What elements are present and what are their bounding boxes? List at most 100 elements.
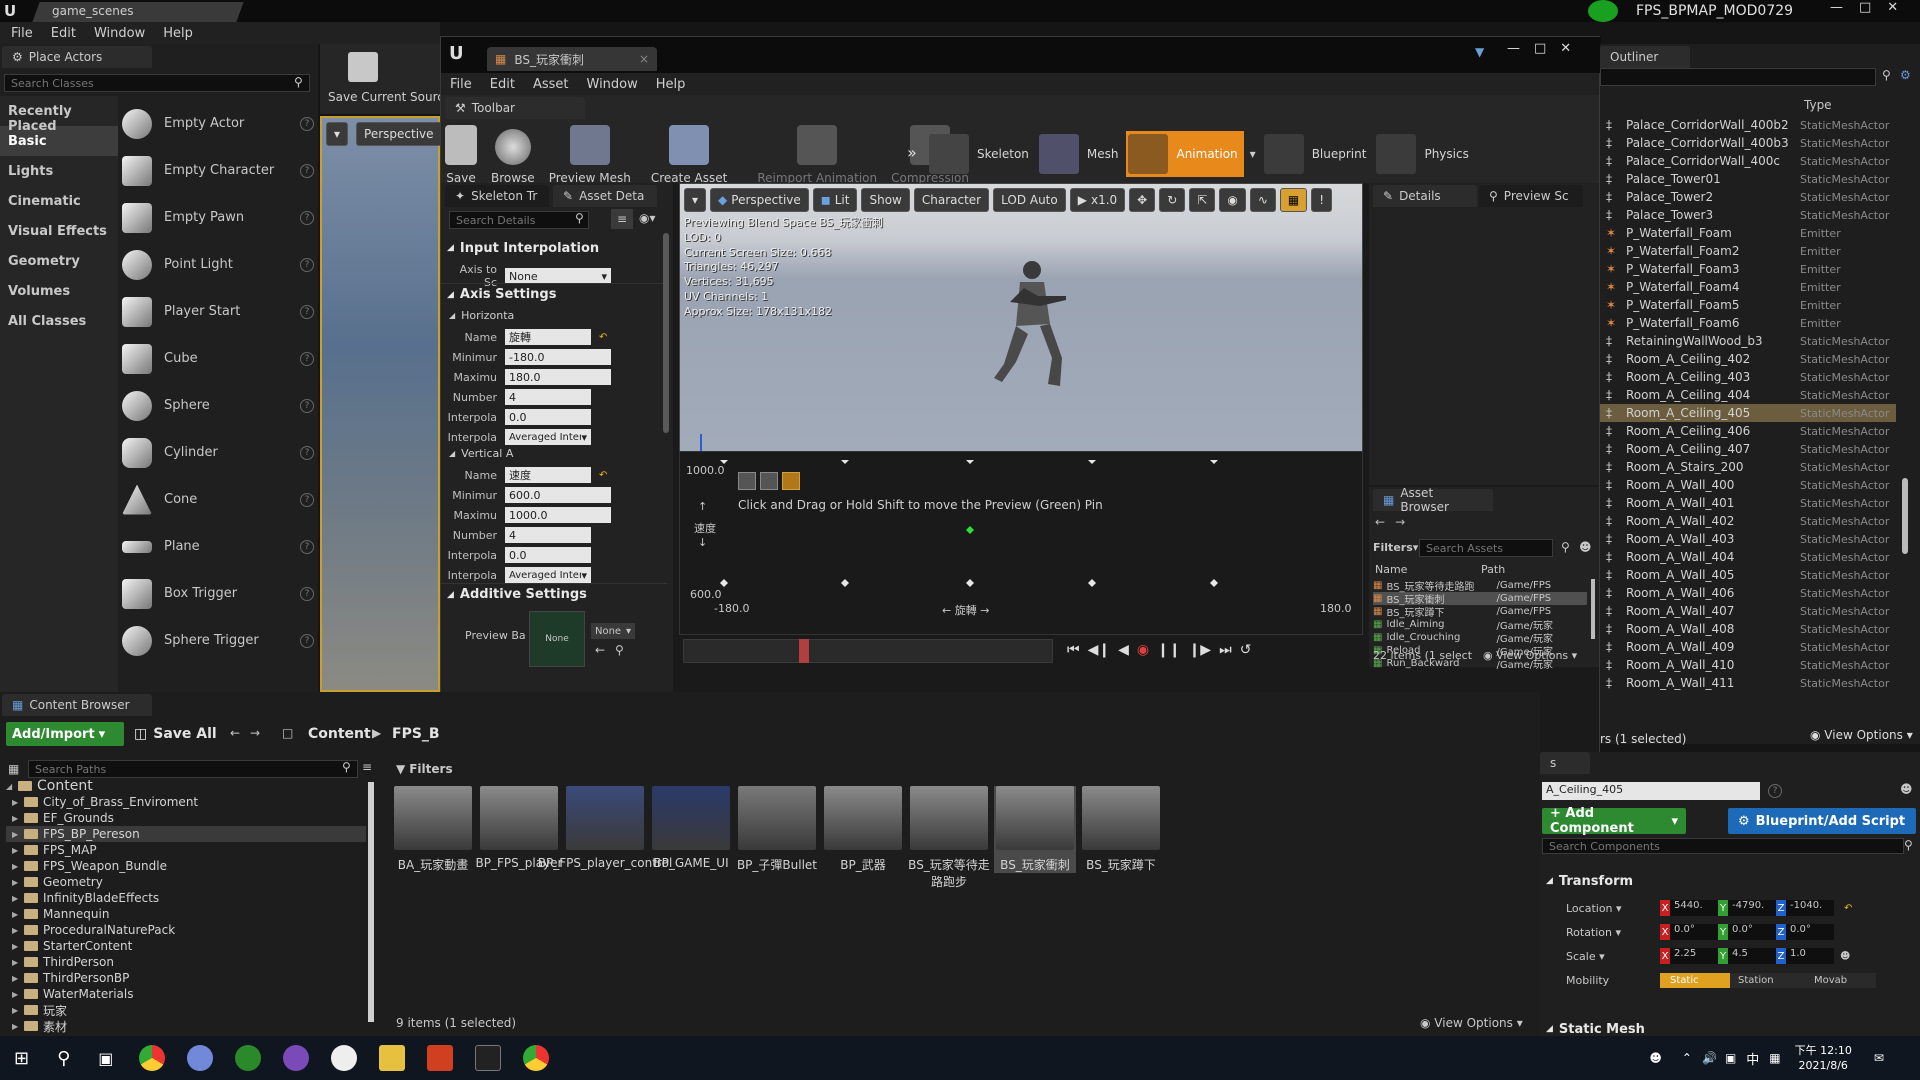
help-icon[interactable]: ? <box>300 539 314 554</box>
outliner-row[interactable]: ‡ Palace_CorridorWall_400b2 StaticMeshActo… <box>1600 116 1896 134</box>
actor-name-field[interactable]: A_Ceiling_405 <box>1542 782 1760 800</box>
asset-browser-tab[interactable]: ▦ Asset Browser <box>1373 486 1493 514</box>
epic-games-icon[interactable] <box>475 1045 502 1071</box>
rotation-y[interactable]: 0.0° <box>1728 924 1776 940</box>
v-max-field[interactable]: 1000.0 <box>505 507 611 523</box>
folder-item[interactable]: ▶ Geometry <box>6 874 366 890</box>
save-all-button[interactable]: ◫ Save All <box>134 722 217 746</box>
location-z[interactable]: -1040. <box>1786 900 1834 916</box>
outliner-row[interactable]: ‡ Palace_Tower2 StaticMeshActor <box>1600 188 1896 206</box>
v-name-field[interactable]: 速度 <box>505 467 591 483</box>
asset-row[interactable]: ▦ Idle_Aiming/Game/玩家 <box>1373 618 1587 632</box>
toolbar-create-asset-button[interactable]: Create Asset <box>651 119 727 189</box>
search-icon[interactable]: ⚲ <box>575 211 584 225</box>
main-viewport[interactable] <box>320 116 440 692</box>
toolbar-tab[interactable]: ⚒ Toolbar <box>445 97 585 119</box>
details-scrollbar[interactable] <box>663 233 669 433</box>
location-x[interactable]: 5440. <box>1670 900 1718 916</box>
outliner-row[interactable]: ‡ Room_A_Wall_401 StaticMeshActor <box>1600 494 1896 512</box>
asset-filters-button[interactable]: Filters▾ <box>1373 541 1418 554</box>
breadcrumb-content[interactable]: Content <box>308 726 371 742</box>
folder-item[interactable]: ▶ WaterMaterials <box>6 986 366 1002</box>
task-view-icon[interactable]: ▣ <box>98 1049 113 1068</box>
path-options-icon[interactable]: ≡ <box>362 760 372 774</box>
outliner-row[interactable]: ‡ Room_A_Wall_407 StaticMeshActor <box>1600 602 1896 620</box>
actor-point-light[interactable]: Point Light? <box>122 241 314 288</box>
help-icon[interactable]: ? <box>300 210 314 225</box>
pause-icon[interactable]: ❙❙ <box>1157 642 1180 658</box>
timeline-track[interactable] <box>683 639 1053 663</box>
mode-animation[interactable]: Animation <box>1126 131 1244 177</box>
section-axis-settings[interactable]: ◢ Axis Settings <box>441 283 667 305</box>
help-icon[interactable]: ? <box>300 492 314 507</box>
menu-window[interactable]: Window <box>85 26 154 41</box>
outliner-row[interactable]: ‡ Room_A_Wall_402 StaticMeshActor <box>1600 512 1896 530</box>
minimize-icon[interactable]: — <box>1830 0 1843 15</box>
scale-icon[interactable]: ⇱ <box>1189 188 1216 212</box>
mode-physics[interactable]: Physics <box>1374 131 1474 177</box>
outliner-options-icon[interactable]: ⚙ <box>1900 68 1911 82</box>
source-control-icon[interactable]: ▼ <box>1475 45 1484 59</box>
outliner-row[interactable]: ‡ Room_A_Wall_405 StaticMeshActor <box>1600 566 1896 584</box>
preview-character-button[interactable]: Character <box>913 188 990 212</box>
toolbar-preview-mesh-button[interactable]: Preview Mesh <box>549 119 631 189</box>
rotation-x[interactable]: 0.0° <box>1670 924 1718 940</box>
close-icon[interactable]: ✕ <box>1560 41 1571 56</box>
folder-item[interactable]: ▶ FPS_BP_Pereson <box>6 826 366 842</box>
folder-item[interactable]: ▶ InfinityBladeEffects <box>6 890 366 906</box>
outliner-row[interactable]: ‡ Room_A_Wall_404 StaticMeshActor <box>1600 548 1896 566</box>
section-transform[interactable]: ◢ Transform <box>1540 870 1660 892</box>
preview-perspective-button[interactable]: ◆ Perspective <box>710 188 809 212</box>
asset-tile[interactable]: BA_玩家動畫 <box>392 786 474 873</box>
mobility-stationary[interactable]: Station <box>1730 972 1806 988</box>
h-max-field[interactable]: 180.0 <box>505 369 611 385</box>
tab-close-icon[interactable]: × <box>639 52 649 66</box>
help-icon[interactable]: ? <box>300 351 314 366</box>
tab-asset-details[interactable]: ✎ Asset Deta <box>553 185 657 207</box>
scale-label[interactable]: Scale ▾ <box>1550 950 1660 963</box>
asset-view-options[interactable]: ◉ View Options ▾ <box>1483 649 1577 662</box>
help-icon[interactable]: ? <box>300 257 314 272</box>
preview-base-thumb[interactable]: None <box>529 611 585 667</box>
preview-lit-button[interactable]: ◼ Lit <box>812 188 858 212</box>
expand-arrow-icon[interactable]: ▶ <box>12 1006 24 1015</box>
search-icon[interactable]: ⚲ <box>57 1048 70 1069</box>
category-lights[interactable]: Lights <box>0 156 118 186</box>
add-component-button[interactable]: + Add Component ▾ <box>1542 806 1686 836</box>
scale-x[interactable]: 2.25 <box>1670 948 1718 964</box>
sources-toggle-icon[interactable]: ▦ <box>8 762 19 776</box>
location-label[interactable]: Location ▾ <box>1550 902 1660 915</box>
actor-cone[interactable]: Cone? <box>122 476 314 523</box>
play-reverse-icon[interactable]: ◀ <box>1118 642 1129 658</box>
outliner-row[interactable]: ‡ Palace_CorridorWall_400c StaticMeshActor <box>1600 152 1896 170</box>
snap-icon[interactable]: ∿ <box>1249 188 1276 212</box>
timeline-scrubber[interactable] <box>799 639 809 663</box>
expand-arrow-icon[interactable]: ▶ <box>12 958 24 967</box>
expand-arrow-icon[interactable]: ▶ <box>12 1022 24 1031</box>
unreal-taskbar-icon[interactable] <box>331 1045 358 1071</box>
unreal-logo-icon[interactable]: U <box>449 43 464 64</box>
actor-cube[interactable]: Cube? <box>122 335 314 382</box>
blueprint-add-script-button[interactable]: ⚙ Blueprint/Add Script <box>1728 808 1916 834</box>
expand-arrow-icon[interactable]: ▶ <box>12 878 24 887</box>
actor-empty-pawn[interactable]: Empty Pawn? <box>122 194 314 241</box>
skip-start-icon[interactable]: ⏮ <box>1067 642 1080 658</box>
scale-z[interactable]: 1.0 <box>1786 948 1834 964</box>
maximize-icon[interactable]: □ <box>1859 0 1871 15</box>
search-components-input[interactable] <box>1542 838 1904 854</box>
outliner-row[interactable]: ‡ Room_A_Wall_409 StaticMeshActor <box>1600 638 1896 656</box>
breadcrumb-fps[interactable]: FPS_B <box>392 726 440 742</box>
editor-menu-asset[interactable]: Asset <box>524 77 578 92</box>
h-number-field[interactable]: 4 <box>505 389 591 405</box>
search-classes-input[interactable] <box>4 74 310 92</box>
actor-box-trigger[interactable]: Box Trigger? <box>122 570 314 617</box>
help-icon[interactable]: ? <box>300 586 314 601</box>
outliner-row[interactable]: ‡ Room_A_Wall_408 StaticMeshActor <box>1600 620 1896 638</box>
expand-arrow-icon[interactable]: ▶ <box>12 798 24 807</box>
outliner-row[interactable]: ✶ P_Waterfall_Foam4 Emitter <box>1600 278 1896 296</box>
step-back-icon[interactable]: ◀❙ <box>1088 642 1111 658</box>
outliner-row[interactable]: ‡ Room_A_Wall_400 StaticMeshActor <box>1600 476 1896 494</box>
outliner-row[interactable]: ✶ P_Waterfall_Foam Emitter <box>1600 224 1896 242</box>
chrome-profile-icon[interactable] <box>523 1045 550 1071</box>
rotate-icon[interactable]: ↻ <box>1159 188 1186 212</box>
